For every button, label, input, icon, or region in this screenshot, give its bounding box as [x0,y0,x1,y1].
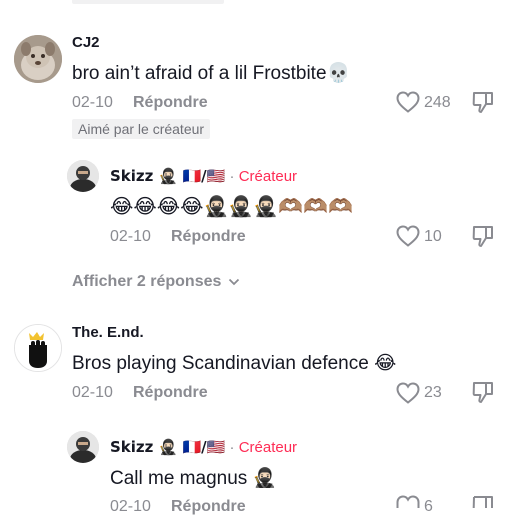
reply-text: 😂😂😂😂🥷🏻🥷🏻🥷🏻🫶🏽🫶🏽🫶🏽 [110,194,353,218]
like-count: 6 [424,498,433,515]
thumbs-down-icon[interactable] [472,224,494,248]
reply-username[interactable]: Skizz 🥷🏻 🇫🇷/🇺🇸 · Créateur [110,167,297,185]
like-count: 10 [424,228,442,245]
comment-date: 02-10 [72,384,113,401]
avatar[interactable] [67,160,99,192]
thumbs-down-icon[interactable] [472,90,494,114]
reply-button[interactable]: Répondre [133,384,208,402]
comment-text: Bros playing Scandinavian defence 😂 [72,353,397,374]
thumbs-down-icon[interactable] [472,494,494,508]
reply-button[interactable]: Répondre [171,498,246,516]
reply-button[interactable]: Répondre [171,228,246,246]
previous-badge-fragment [72,0,224,4]
avatar[interactable] [14,324,62,372]
chevron-down-icon [228,278,239,286]
reply-button[interactable]: Répondre [133,94,208,112]
heart-icon[interactable] [396,495,420,508]
comment-username[interactable]: The. E.nd. [72,324,144,341]
heart-icon[interactable] [396,382,420,404]
reply-text: Call me magnus 🥷🏻 [110,468,277,489]
comment-date: 02-10 [72,94,113,111]
comment-username[interactable]: CJ2 [72,34,100,51]
like-count: 23 [424,384,442,401]
like-count: 248 [424,94,451,111]
view-replies-button[interactable]: Afficher 2 réponses [72,273,240,291]
reply-date: 02-10 [110,498,151,515]
reply-date: 02-10 [110,228,151,245]
separator-dot: · [229,439,235,456]
view-replies-label[interactable]: Afficher 2 réponses [72,273,221,290]
creator-label: Créateur [238,168,298,185]
liked-by-creator-badge: Aimé par le créateur [72,119,211,139]
avatar[interactable] [67,431,99,463]
heart-icon[interactable] [396,91,420,113]
comment-text: bro ain’t afraid of a lil Frostbite💀 [72,63,351,84]
reply-username[interactable]: Skizz 🥷🏻 🇫🇷/🇺🇸 · Créateur [110,438,297,456]
thumbs-down-icon[interactable] [472,380,494,404]
heart-icon[interactable] [396,225,420,247]
avatar[interactable] [14,35,62,83]
reply-username-text[interactable]: Skizz 🥷🏻 🇫🇷/🇺🇸 [110,167,225,185]
separator-dot: · [229,168,235,185]
reply-username-text[interactable]: Skizz 🥷🏻 🇫🇷/🇺🇸 [110,438,225,456]
creator-label: Créateur [238,439,298,456]
